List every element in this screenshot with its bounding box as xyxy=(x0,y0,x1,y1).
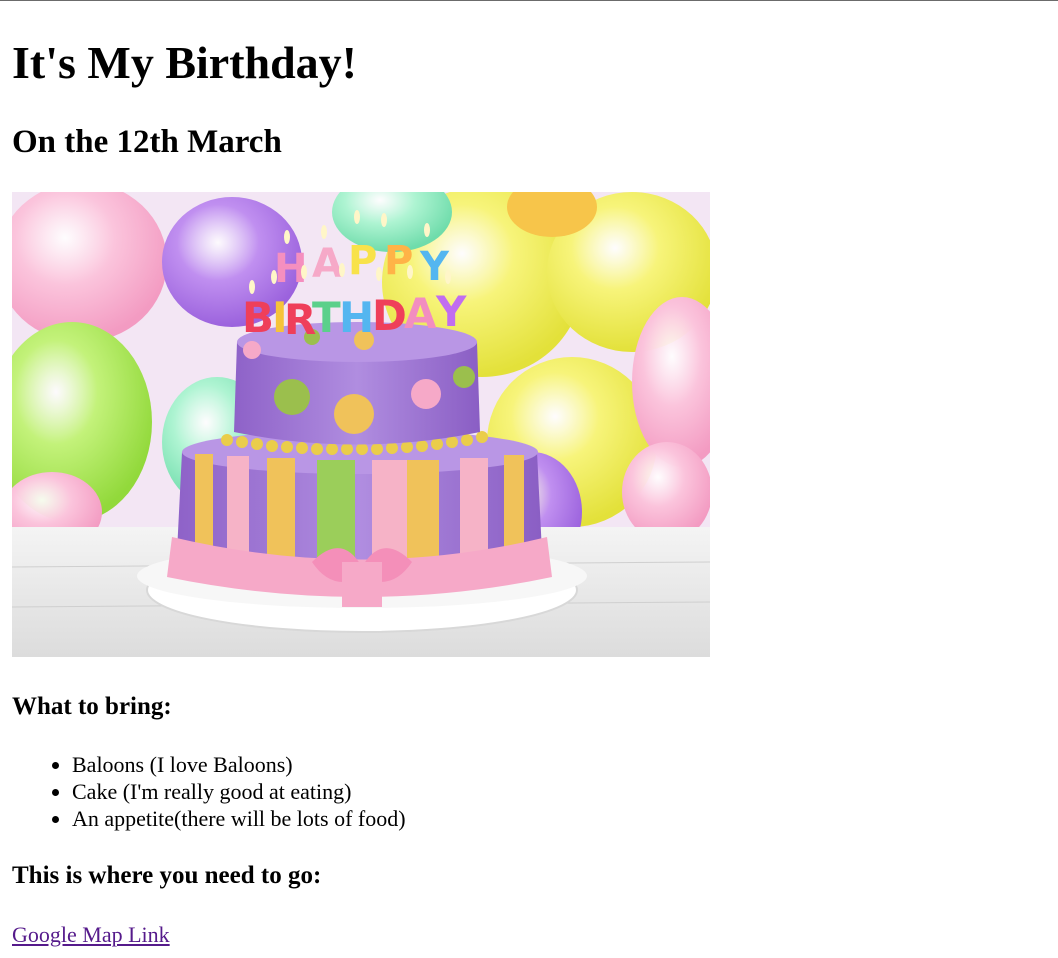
what-to-bring-heading: What to bring: xyxy=(12,693,172,720)
list-item: An appetite(there will be lots of food) xyxy=(72,805,406,832)
svg-text:Y: Y xyxy=(435,287,467,336)
directions-heading: This is where you need to go: xyxy=(12,862,322,889)
list-item: Baloons (I love Baloons) xyxy=(72,751,406,778)
svg-text:B: B xyxy=(242,293,274,342)
page-title: It's My Birthday! xyxy=(12,37,357,88)
list-item: Cake (I'm really good at eating) xyxy=(72,778,406,805)
svg-text:T: T xyxy=(312,293,341,342)
bring-list: Baloons (I love Baloons) Cake (I'm reall… xyxy=(32,751,406,832)
google-map-link[interactable]: Google Map Link xyxy=(12,921,170,948)
svg-text:D: D xyxy=(372,291,407,340)
svg-text:P: P xyxy=(348,238,377,284)
svg-text:A: A xyxy=(404,289,437,338)
svg-text:Y: Y xyxy=(419,244,450,290)
svg-text:A: A xyxy=(312,241,343,287)
birthday-cake-image: H A P P Y B I R T H D A Y xyxy=(12,192,710,657)
svg-text:H: H xyxy=(339,293,374,342)
page-subtitle: On the 12th March xyxy=(12,124,282,160)
